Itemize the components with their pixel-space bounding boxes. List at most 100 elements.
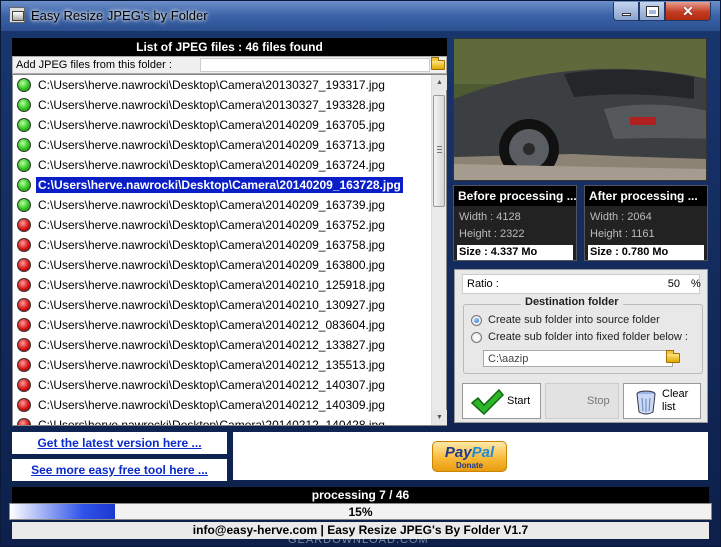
status-pending-icon [17, 258, 31, 272]
file-path: C:\Users\herve.nawrocki\Desktop\Camera\2… [38, 298, 385, 312]
file-path: C:\Users\herve.nawrocki\Desktop\Camera\2… [36, 177, 403, 193]
status-done-icon [17, 138, 31, 152]
latest-version-link[interactable]: Get the latest version here ... [37, 436, 201, 450]
app-icon [9, 7, 25, 23]
fixed-folder-input[interactable]: C:\aazip [483, 350, 673, 367]
add-folder-label: Add JPEG files from this folder : [16, 59, 172, 71]
file-list-item[interactable]: C:\Users\herve.nawrocki\Desktop\Camera\2… [13, 135, 431, 155]
file-path: C:\Users\herve.nawrocki\Desktop\Camera\2… [38, 358, 385, 372]
file-list-item[interactable]: C:\Users\herve.nawrocki\Desktop\Camera\2… [13, 415, 431, 426]
processing-status: processing 7 / 46 [12, 487, 709, 503]
title-bar[interactable]: Easy Resize JPEG's by Folder ✕ [1, 1, 720, 31]
status-done-icon [17, 198, 31, 212]
ratio-row: Ratio : % [462, 274, 701, 294]
add-folder-input[interactable] [200, 58, 430, 72]
file-path: C:\Users\herve.nawrocki\Desktop\Camera\2… [38, 198, 385, 212]
radio-fixed-label: Create sub folder into fixed folder belo… [488, 331, 688, 343]
image-preview [453, 38, 707, 181]
scroll-down-button[interactable]: ▼ [432, 410, 447, 425]
paypal-logo-b: Pal [471, 444, 495, 461]
file-list-item[interactable]: C:\Users\herve.nawrocki\Desktop\Camera\2… [13, 355, 431, 375]
radio-fixed-folder[interactable]: Create sub folder into fixed folder belo… [471, 331, 688, 343]
more-tools-link[interactable]: See more easy free tool here ... [31, 463, 208, 477]
ratio-unit: % [691, 278, 701, 290]
file-list-item[interactable]: C:\Users\herve.nawrocki\Desktop\Camera\2… [13, 275, 431, 295]
maximize-icon [645, 5, 659, 17]
file-list-item[interactable]: C:\Users\herve.nawrocki\Desktop\Camera\2… [13, 335, 431, 355]
clear-list-button-label: Clear list [662, 388, 689, 413]
folder-icon [431, 57, 445, 70]
file-path: C:\Users\herve.nawrocki\Desktop\Camera\2… [38, 278, 385, 292]
paypal-logo: PayPal [433, 444, 506, 461]
status-pending-icon [17, 418, 31, 425]
car-photo [454, 39, 706, 180]
file-list-scrollbar[interactable]: ▲ ▼ [431, 75, 447, 425]
progress-bar: 15% [9, 503, 712, 520]
file-list[interactable]: C:\Users\herve.nawrocki\Desktop\Camera\2… [12, 74, 447, 426]
file-path: C:\Users\herve.nawrocki\Desktop\Camera\2… [38, 238, 385, 252]
trash-icon [636, 390, 656, 415]
after-processing-panel: After processing ... Width : 2064 Height… [584, 185, 708, 261]
file-list-item[interactable]: C:\Users\herve.nawrocki\Desktop\Camera\2… [13, 295, 431, 315]
browse-folder-button[interactable] [430, 57, 446, 72]
file-list-item[interactable]: C:\Users\herve.nawrocki\Desktop\Camera\2… [13, 215, 431, 235]
stop-button-label: Stop [587, 395, 610, 407]
before-header: Before processing ... [454, 186, 576, 206]
browse-fixed-folder-button[interactable] [665, 350, 681, 365]
options-panel: Ratio : % Destination folder Create sub … [454, 269, 708, 423]
after-header: After processing ... [585, 186, 707, 206]
file-path: C:\Users\herve.nawrocki\Desktop\Camera\2… [38, 158, 385, 172]
file-path: C:\Users\herve.nawrocki\Desktop\Camera\2… [38, 378, 385, 392]
file-path: C:\Users\herve.nawrocki\Desktop\Camera\2… [38, 78, 385, 92]
folder-icon [666, 350, 680, 363]
close-icon: ✕ [682, 2, 694, 19]
close-button[interactable]: ✕ [665, 2, 711, 21]
file-list-item[interactable]: C:\Users\herve.nawrocki\Desktop\Camera\2… [13, 155, 431, 175]
paypal-donate-label: Donate [455, 461, 484, 470]
paypal-donate-button[interactable]: PayPal Donate [432, 441, 507, 472]
donate-panel: PayPal Donate [233, 432, 708, 480]
progress-percent: 15% [348, 505, 373, 519]
status-pending-icon [17, 378, 31, 392]
latest-version-link-box: Get the latest version here ... [12, 432, 227, 454]
scroll-up-button[interactable]: ▲ [432, 75, 447, 90]
file-path: C:\Users\herve.nawrocki\Desktop\Camera\2… [38, 258, 385, 272]
file-list-item[interactable]: C:\Users\herve.nawrocki\Desktop\Camera\2… [13, 95, 431, 115]
scroll-grip-line [437, 146, 442, 147]
file-list-item[interactable]: C:\Users\herve.nawrocki\Desktop\Camera\2… [13, 115, 431, 135]
app-window: Easy Resize JPEG's by Folder ✕ List of J… [0, 0, 721, 547]
minimize-button[interactable] [613, 2, 639, 21]
ratio-label: Ratio : [467, 278, 499, 290]
file-list-item[interactable]: C:\Users\herve.nawrocki\Desktop\Camera\2… [13, 375, 431, 395]
radio-source-indicator[interactable] [471, 314, 482, 326]
radio-source-folder[interactable]: Create sub folder into source folder [471, 314, 660, 326]
file-list-item[interactable]: C:\Users\herve.nawrocki\Desktop\Camera\2… [13, 75, 431, 95]
file-path: C:\Users\herve.nawrocki\Desktop\Camera\2… [38, 118, 385, 132]
start-button-label: Start [507, 395, 531, 407]
file-list-item[interactable]: C:\Users\herve.nawrocki\Desktop\Camera\2… [13, 315, 431, 335]
file-list-item[interactable]: C:\Users\herve.nawrocki\Desktop\Camera\2… [13, 195, 431, 215]
start-button[interactable]: Start [462, 383, 541, 419]
file-path: C:\Users\herve.nawrocki\Desktop\Camera\2… [38, 138, 385, 152]
stop-button[interactable]: Stop [545, 383, 619, 419]
clear-list-button[interactable]: Clear list [623, 383, 701, 419]
file-list-item[interactable]: C:\Users\herve.nawrocki\Desktop\Camera\2… [13, 395, 431, 415]
file-path: C:\Users\herve.nawrocki\Desktop\Camera\2… [38, 418, 385, 426]
before-width: Width : 4128 [459, 211, 521, 223]
paypal-logo-a: Pay [444, 444, 472, 461]
status-done-icon [17, 98, 31, 112]
ratio-input[interactable] [648, 277, 688, 291]
file-list-item[interactable]: C:\Users\herve.nawrocki\Desktop\Camera\2… [13, 235, 431, 255]
maximize-button[interactable] [639, 2, 665, 21]
status-done-icon [17, 78, 31, 92]
scroll-thumb[interactable] [433, 95, 445, 207]
more-tools-link-box: See more easy free tool here ... [12, 459, 227, 481]
file-list-item[interactable]: C:\Users\herve.nawrocki\Desktop\Camera\2… [13, 175, 431, 195]
status-pending-icon [17, 278, 31, 292]
status-done-icon [17, 118, 31, 132]
status-pending-icon [17, 358, 31, 372]
file-list-item[interactable]: C:\Users\herve.nawrocki\Desktop\Camera\2… [13, 255, 431, 275]
radio-source-label: Create sub folder into source folder [488, 314, 660, 326]
check-icon [470, 388, 504, 416]
radio-fixed-indicator[interactable] [471, 331, 482, 343]
